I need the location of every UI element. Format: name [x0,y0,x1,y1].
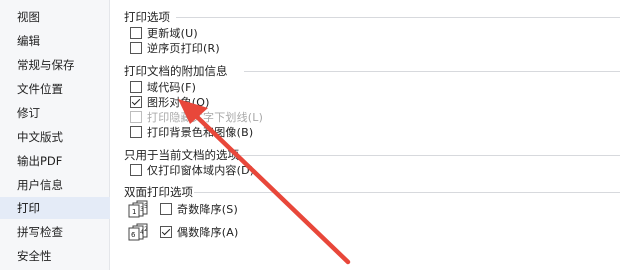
section-title-current-doc: 只用于当前文档的选项 [124,148,239,162]
drawing-objects-checkbox[interactable] [130,96,142,108]
even-order-row: 6 4 2 偶数降序(A) [128,222,239,242]
sidebar-item-view[interactable]: 视图 [0,6,110,28]
even-pages-icon: 6 4 2 [128,223,148,241]
svg-text:5: 5 [144,203,148,210]
even-order-checkbox[interactable] [160,226,172,238]
even-order-option[interactable]: 偶数降序(A) [160,224,239,240]
sidebar-item-revisions[interactable]: 修订 [0,102,110,124]
update-fields-option[interactable]: 更新域(U) [130,25,198,41]
sidebar-item-general-save[interactable]: 常规与保存 [0,54,110,76]
field-codes-checkbox[interactable] [130,81,142,93]
background-checkbox[interactable] [130,126,142,138]
section-divider [194,192,620,193]
svg-text:6: 6 [131,231,136,239]
drawing-objects-label: 图形对象(O) [147,96,210,109]
reverse-order-label: 逆序页打印(R) [147,42,220,55]
sidebar-item-export-pdf[interactable]: 输出PDF [0,150,110,172]
background-option[interactable]: 打印背景色和图像(B) [130,124,253,140]
hidden-text-option: 打印隐藏文字下划线(L) [130,109,263,125]
reverse-order-checkbox[interactable] [130,42,142,54]
hidden-text-checkbox [130,111,142,123]
sidebar-item-edit[interactable]: 编辑 [0,30,110,52]
print-settings-panel: 打印选项 更新域(U) 逆序页打印(R) 打印文档的附加信息 域代码(F) 图形… [118,0,620,270]
reverse-order-option[interactable]: 逆序页打印(R) [130,40,220,56]
sidebar-item-file-location[interactable]: 文件位置 [0,78,110,100]
odd-order-row: 1 3 5 奇数降序(S) [128,199,238,219]
sidebar-item-chinese-layout[interactable]: 中文版式 [0,126,110,148]
sidebar-item-security[interactable]: 安全性 [0,245,110,267]
background-label: 打印背景色和图像(B) [147,126,254,139]
field-codes-option[interactable]: 域代码(F) [130,79,196,95]
form-data-option[interactable]: 仅打印窗体域内容(D) [130,162,254,178]
sidebar-item-print[interactable]: 打印 [0,197,110,219]
form-data-label: 仅打印窗体域内容(D) [147,164,255,177]
even-order-label: 偶数降序(A) [177,226,239,239]
svg-text:2: 2 [144,226,148,233]
odd-order-checkbox[interactable] [160,203,172,215]
form-data-checkbox[interactable] [130,164,142,176]
svg-text:1: 1 [132,208,136,216]
odd-pages-icon: 1 3 5 [128,200,148,218]
settings-sidebar: 视图 编辑 常规与保存 文件位置 修订 中文版式 输出PDF 用户信息 打印 拼… [0,0,110,270]
sidebar-item-spell-check[interactable]: 拼写检查 [0,221,110,243]
update-fields-label: 更新域(U) [147,27,198,40]
update-fields-checkbox[interactable] [130,27,142,39]
odd-order-label: 奇数降序(S) [177,203,238,216]
section-divider [176,17,620,18]
sidebar-item-user-info[interactable]: 用户信息 [0,174,110,196]
hidden-text-label: 打印隐藏文字下划线(L) [147,111,264,124]
drawing-objects-option[interactable]: 图形对象(O) [130,94,210,110]
section-divider [234,155,620,156]
section-title-duplex: 双面打印选项 [124,185,193,199]
odd-order-option[interactable]: 奇数降序(S) [160,201,238,217]
section-divider [244,71,620,72]
section-title-print-options: 打印选项 [124,10,170,24]
field-codes-label: 域代码(F) [147,81,197,94]
section-title-attached-info: 打印文档的附加信息 [124,64,228,78]
